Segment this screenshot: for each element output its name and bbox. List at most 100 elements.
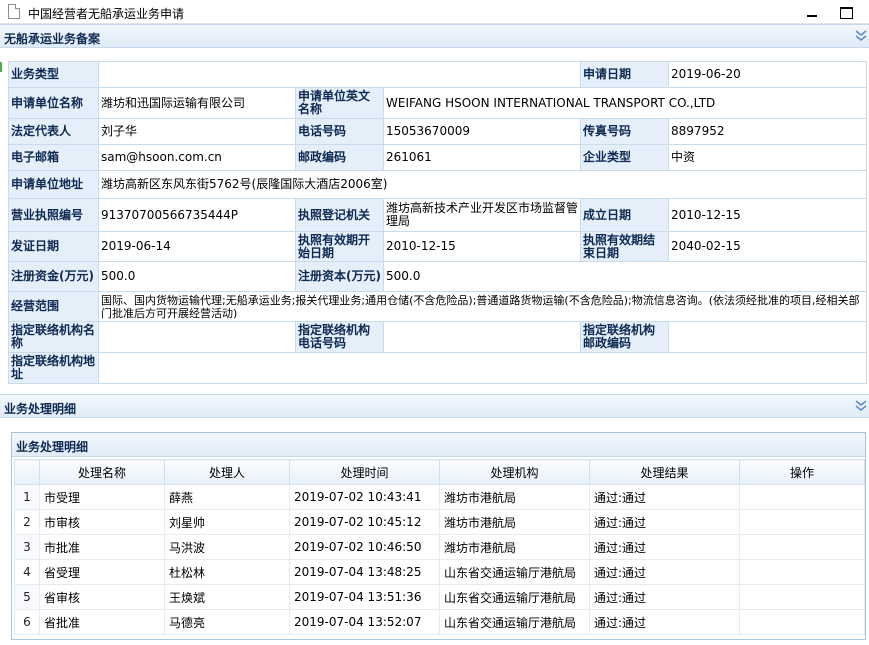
value-scope: 国际、国内货物运输代理;无船承运业务;报关代理业务;通用仓储(不含危险品);普通… (97, 291, 868, 322)
minimize-button[interactable] (804, 4, 820, 20)
value-valid-end: 2040-02-15 (668, 231, 868, 262)
label-email: 电子邮箱 (8, 144, 99, 171)
label-established: 成立日期 (580, 198, 670, 232)
cell-time: 2019-07-02 10:43:41 (289, 484, 440, 510)
table-row[interactable]: 6 省批准 马德亮 2019-07-04 13:52:07 山东省交通运输厅港航… (14, 609, 865, 635)
cell-org: 潍坊市港航局 (439, 534, 590, 560)
label-contact-phone: 指定联络机构电话号码 (295, 321, 384, 353)
value-issue-date: 2019-06-14 (98, 231, 296, 262)
value-legal-rep: 刘子华 (98, 118, 296, 145)
document-icon (8, 4, 20, 19)
cell-name: 市审核 (39, 509, 165, 535)
cell-result: 通过:通过 (589, 509, 740, 535)
row-number: 2 (14, 509, 40, 535)
column-header-result[interactable]: 处理结果 (589, 459, 740, 485)
value-apply-date: 2019-06-20 (668, 61, 868, 88)
cell-org: 山东省交通运输厅港航局 (439, 584, 590, 610)
value-license-authority: 潍坊高新技术产业开发区市场监督管理局 (382, 198, 582, 232)
column-header-org[interactable]: 处理机构 (439, 459, 590, 485)
row-number: 5 (14, 584, 40, 610)
left-edge-marker (0, 62, 2, 72)
cell-name: 省批准 (39, 609, 165, 635)
cell-result: 通过:通过 (589, 609, 740, 635)
value-business-type (97, 61, 582, 88)
label-company-name: 申请单位名称 (8, 87, 99, 119)
cell-name: 省受理 (39, 559, 165, 585)
cell-operation (739, 584, 865, 610)
cell-org: 山东省交通运输厅港航局 (439, 609, 590, 635)
window-title: 中国经营者无船承运业务申请 (28, 7, 185, 21)
filing-record-table: 业务类型 申请日期 2019-06-20 申请单位名称 潍坊和迅国际运输有限公司… (8, 61, 868, 384)
panel-header: 业务处理明细 (12, 433, 865, 457)
value-address: 潍坊高新区东风东街5762号(辰隆国际大酒店2006室) (97, 170, 868, 199)
column-header-name[interactable]: 处理名称 (39, 459, 165, 485)
processing-grid: 处理名称 处理人 处理时间 处理机构 处理结果 操作 1 市受理 薛燕 2019… (14, 459, 865, 635)
column-header-time[interactable]: 处理时间 (289, 459, 440, 485)
row-number: 4 (14, 559, 40, 585)
cell-org: 山东省交通运输厅港航局 (439, 559, 590, 585)
label-contact-name: 指定联络机构名称 (8, 321, 99, 353)
label-phone: 电话号码 (295, 118, 384, 145)
table-row[interactable]: 1 市受理 薛燕 2019-07-02 10:43:41 潍坊市港航局 通过:通… (14, 484, 865, 510)
table-row[interactable]: 2 市审核 刘星帅 2019-07-02 10:45:12 潍坊市港航局 通过:… (14, 509, 865, 535)
panel-title: 业务处理明细 (16, 440, 89, 454)
table-row[interactable]: 4 省受理 杜松林 2019-07-04 13:48:25 山东省交通运输厅港航… (14, 559, 865, 585)
row-number: 6 (14, 609, 40, 635)
column-header-person[interactable]: 处理人 (164, 459, 290, 485)
row-number: 1 (14, 484, 40, 510)
cell-time: 2019-07-02 10:45:12 (289, 509, 440, 535)
value-postcode: 261061 (382, 144, 582, 171)
value-contact-phone (382, 321, 582, 353)
cell-operation (739, 609, 865, 635)
column-header-operation[interactable]: 操作 (739, 459, 865, 485)
cell-result: 通过:通过 (589, 584, 740, 610)
cell-person: 刘星帅 (164, 509, 290, 535)
label-issue-date: 发证日期 (8, 231, 99, 262)
value-company-name-en: WEIFANG HSOON INTERNATIONAL TRANSPORT CO… (382, 87, 868, 119)
section-title: 业务处理明细 (4, 402, 77, 416)
cell-org: 潍坊市港航局 (439, 509, 590, 535)
label-scope: 经营范围 (8, 291, 99, 322)
value-registered-capital-2: 500.0 (382, 261, 868, 292)
cell-time: 2019-07-04 13:51:36 (289, 584, 440, 610)
cell-person: 马德亮 (164, 609, 290, 635)
value-contact-postcode (668, 321, 868, 353)
cell-operation (739, 509, 865, 535)
collapse-chevron-icon[interactable] (855, 399, 867, 413)
table-row[interactable]: 3 市批准 马洪波 2019-07-02 10:46:50 潍坊市港航局 通过:… (14, 534, 865, 560)
section-header-processing[interactable]: 业务处理明细 (0, 394, 869, 418)
label-registered-capital-2: 注册资本(万元) (295, 261, 384, 292)
cell-time: 2019-07-04 13:52:07 (289, 609, 440, 635)
value-contact-address (97, 352, 868, 384)
value-enterprise-type: 中资 (668, 144, 868, 171)
section-title: 无船承运业务备案 (4, 32, 101, 46)
table-row[interactable]: 5 省审核 王焕斌 2019-07-04 13:51:36 山东省交通运输厅港航… (14, 584, 865, 610)
cell-person: 杜松林 (164, 559, 290, 585)
processing-panel: 业务处理明细 处理名称 处理人 处理时间 处理机构 处理结果 操作 1 市受理 … (11, 432, 866, 640)
cell-person: 薛燕 (164, 484, 290, 510)
label-postcode: 邮政编码 (295, 144, 384, 171)
label-contact-address: 指定联络机构地址 (8, 352, 99, 384)
label-business-type: 业务类型 (8, 61, 99, 88)
maximize-button[interactable] (838, 4, 854, 20)
value-license-no: 91370700566735444P (98, 198, 296, 232)
row-number: 3 (14, 534, 40, 560)
cell-result: 通过:通过 (589, 484, 740, 510)
label-contact-postcode: 指定联络机构邮政编码 (580, 321, 670, 353)
value-phone: 15053670009 (382, 118, 582, 145)
cell-name: 市受理 (39, 484, 165, 510)
label-apply-date: 申请日期 (580, 61, 670, 88)
collapse-chevron-icon[interactable] (855, 29, 867, 43)
value-established: 2010-12-15 (668, 198, 868, 232)
value-email: sam@hsoon.com.cn (98, 144, 296, 171)
cell-org: 潍坊市港航局 (439, 484, 590, 510)
cell-operation (739, 534, 865, 560)
label-address: 申请单位地址 (8, 170, 99, 199)
value-contact-name (98, 321, 296, 353)
cell-person: 王焕斌 (164, 584, 290, 610)
label-valid-start: 执照有效期开始日期 (295, 231, 384, 262)
section-header-filing[interactable]: 无船承运业务备案 (0, 24, 869, 48)
window-titlebar: 中国经营者无船承运业务申请 (0, 0, 869, 24)
value-company-name: 潍坊和迅国际运输有限公司 (98, 87, 296, 119)
cell-result: 通过:通过 (589, 534, 740, 560)
